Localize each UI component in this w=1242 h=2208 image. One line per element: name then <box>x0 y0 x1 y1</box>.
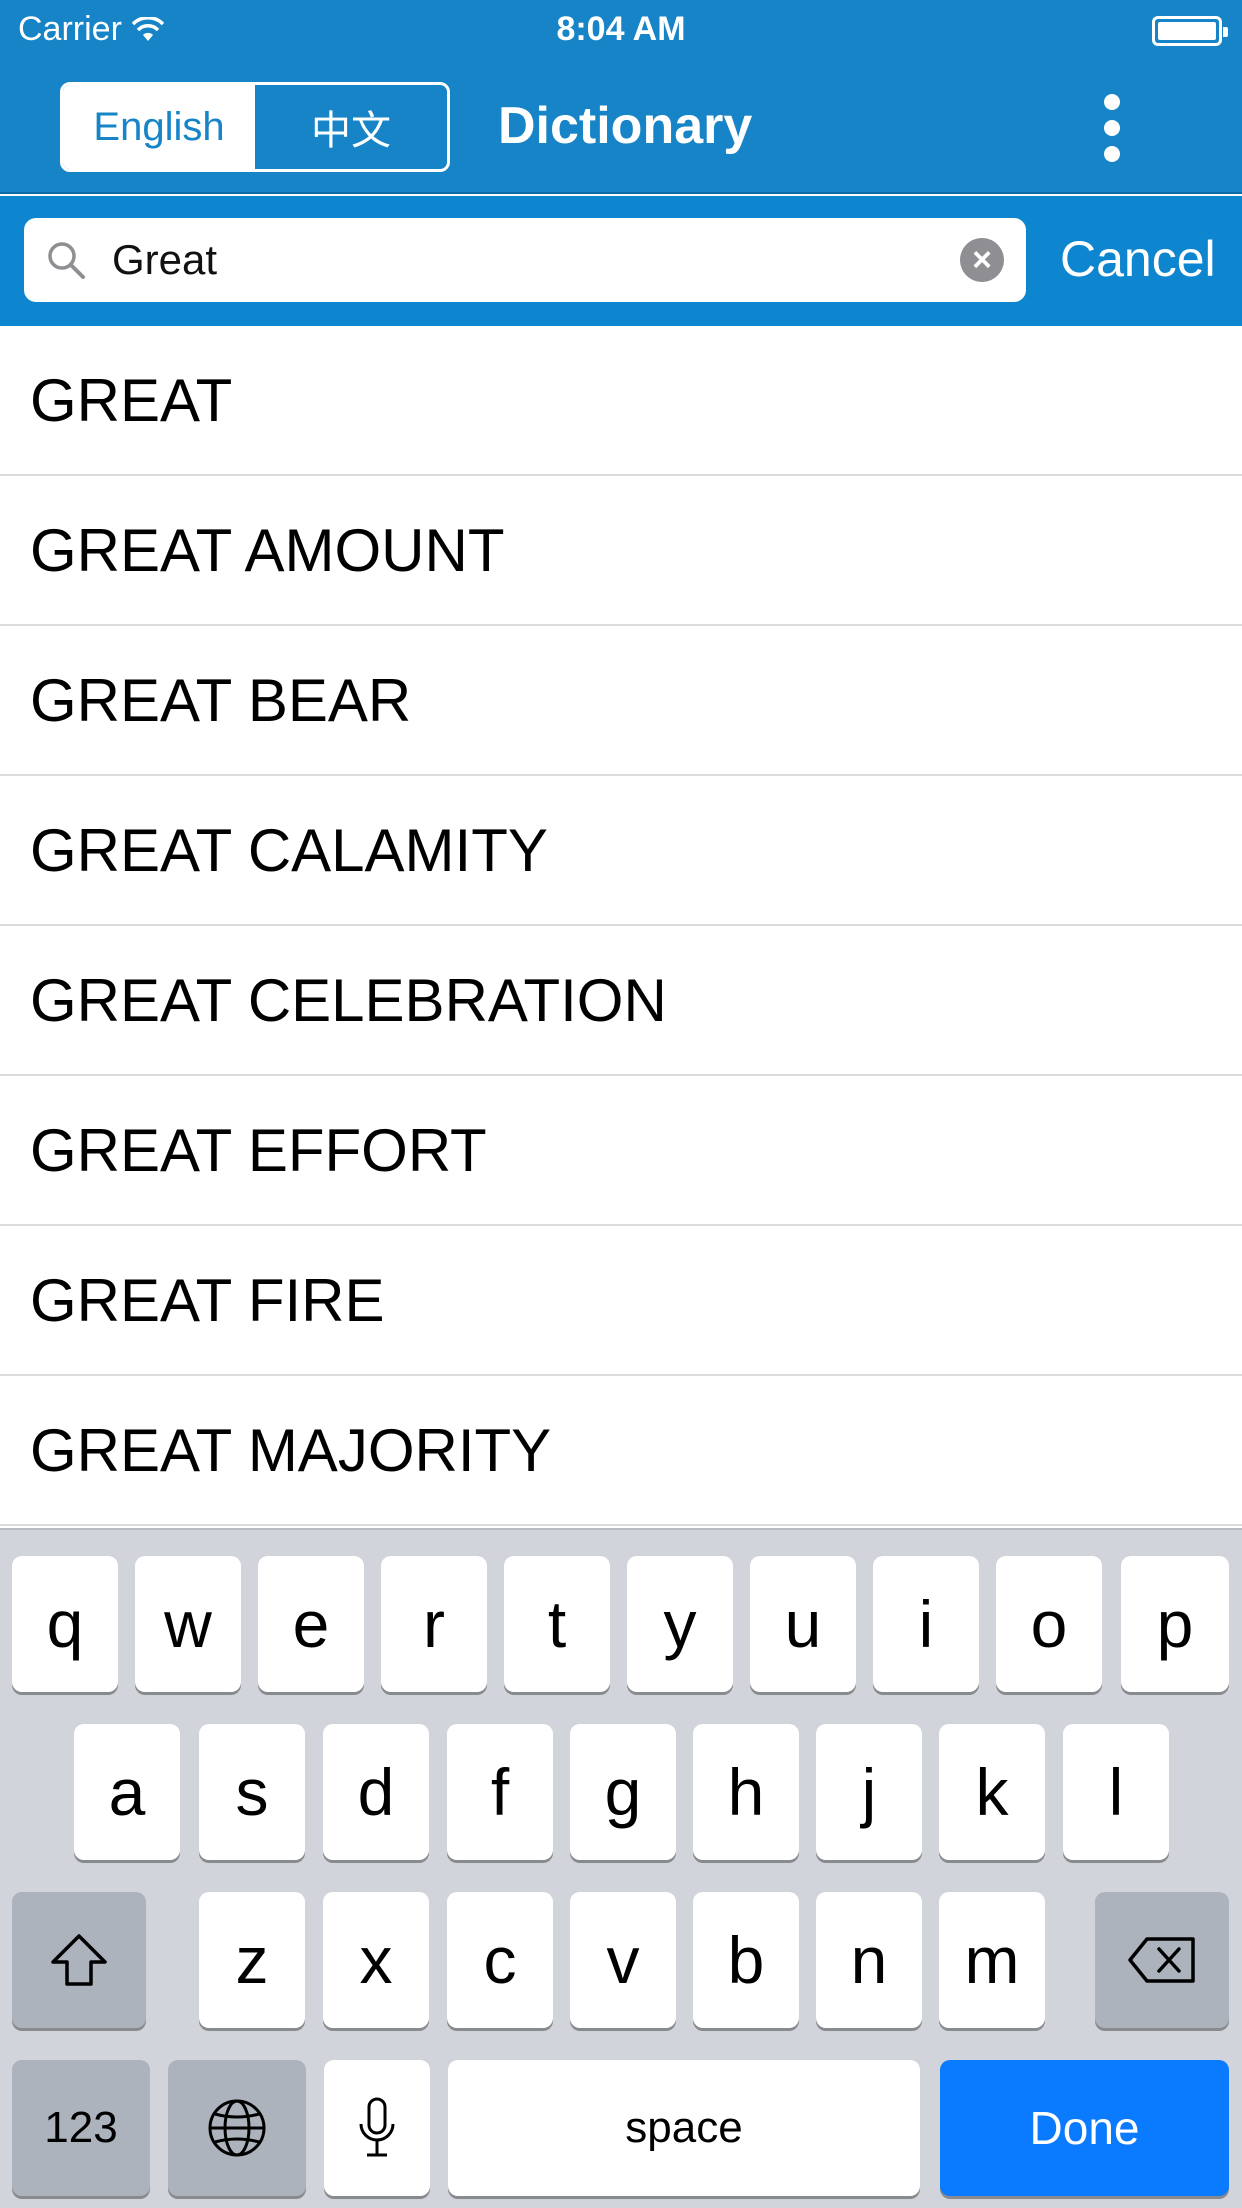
list-item[interactable]: GREAT BEAR <box>0 626 1242 776</box>
status-time: 8:04 AM <box>556 10 686 48</box>
key-u[interactable]: u <box>750 1556 856 1692</box>
list-item[interactable]: GREAT CELEBRATION <box>0 926 1242 1076</box>
search-input[interactable]: Great × <box>24 218 1026 302</box>
more-dot-icon <box>1104 94 1120 110</box>
language-segmented-control: English 中文 <box>60 82 450 172</box>
nav-bar: English 中文 Dictionary <box>0 60 1242 194</box>
list-item[interactable]: GREAT MAJORITY <box>0 1376 1242 1526</box>
key-j[interactable]: j <box>816 1724 922 1860</box>
done-key[interactable]: Done <box>940 2060 1229 2196</box>
key-s[interactable]: s <box>199 1724 305 1860</box>
microphone-icon <box>359 2097 395 2157</box>
status-bar: Carrier 8:04 AM <box>0 0 1242 60</box>
more-options-button[interactable] <box>1090 88 1134 168</box>
segment-chinese[interactable]: 中文 <box>255 85 447 169</box>
key-y[interactable]: y <box>627 1556 733 1692</box>
search-bar: Great × Cancel <box>0 196 1242 326</box>
key-g[interactable]: g <box>570 1724 676 1860</box>
key-q[interactable]: q <box>12 1556 118 1692</box>
key-f[interactable]: f <box>447 1724 553 1860</box>
key-i[interactable]: i <box>873 1556 979 1692</box>
key-p[interactable]: p <box>1121 1556 1229 1692</box>
page-title: Dictionary <box>498 97 753 155</box>
key-a[interactable]: a <box>74 1724 180 1860</box>
key-d[interactable]: d <box>323 1724 429 1860</box>
list-item[interactable]: GREAT <box>0 326 1242 476</box>
globe-icon <box>208 2099 266 2157</box>
clear-search-button[interactable]: × <box>960 238 1004 282</box>
key-v[interactable]: v <box>570 1892 676 2028</box>
search-input-value[interactable]: Great <box>112 236 217 284</box>
keyboard: q w e r t y u i o p a s d f g h j k l z … <box>0 1528 1242 2208</box>
key-l[interactable]: l <box>1063 1724 1169 1860</box>
key-e[interactable]: e <box>258 1556 364 1692</box>
key-r[interactable]: r <box>381 1556 487 1692</box>
key-k[interactable]: k <box>939 1724 1045 1860</box>
key-b[interactable]: b <box>693 1892 799 2028</box>
key-h[interactable]: h <box>693 1724 799 1860</box>
key-t[interactable]: t <box>504 1556 610 1692</box>
numbers-key[interactable]: 123 <box>12 2060 150 2196</box>
key-z[interactable]: z <box>199 1892 305 2028</box>
more-dot-icon <box>1104 120 1120 136</box>
key-x[interactable]: x <box>323 1892 429 2028</box>
segment-english[interactable]: English <box>63 85 255 169</box>
list-item[interactable]: GREAT FIRE <box>0 1226 1242 1376</box>
list-item[interactable]: GREAT EFFORT <box>0 1076 1242 1226</box>
more-dot-icon <box>1104 146 1120 162</box>
key-c[interactable]: c <box>447 1892 553 2028</box>
backspace-icon <box>1128 1937 1195 1983</box>
space-key[interactable]: space <box>448 2060 920 2196</box>
cancel-button[interactable]: Cancel <box>1060 230 1216 288</box>
dictation-key[interactable] <box>324 2060 430 2196</box>
backspace-key[interactable] <box>1095 1892 1229 2028</box>
shift-key[interactable] <box>12 1892 146 2028</box>
key-w[interactable]: w <box>135 1556 241 1692</box>
search-icon <box>48 242 85 279</box>
results-list: GREAT GREAT AMOUNT GREAT BEAR GREAT CALA… <box>0 326 1242 1526</box>
list-item[interactable]: GREAT CALAMITY <box>0 776 1242 926</box>
key-o[interactable]: o <box>996 1556 1102 1692</box>
globe-key[interactable] <box>168 2060 306 2196</box>
list-item[interactable]: GREAT AMOUNT <box>0 476 1242 626</box>
close-icon: × <box>972 241 992 279</box>
shift-icon <box>51 1934 107 1986</box>
key-m[interactable]: m <box>939 1892 1045 2028</box>
battery-icon <box>1152 16 1228 46</box>
key-n[interactable]: n <box>816 1892 922 2028</box>
